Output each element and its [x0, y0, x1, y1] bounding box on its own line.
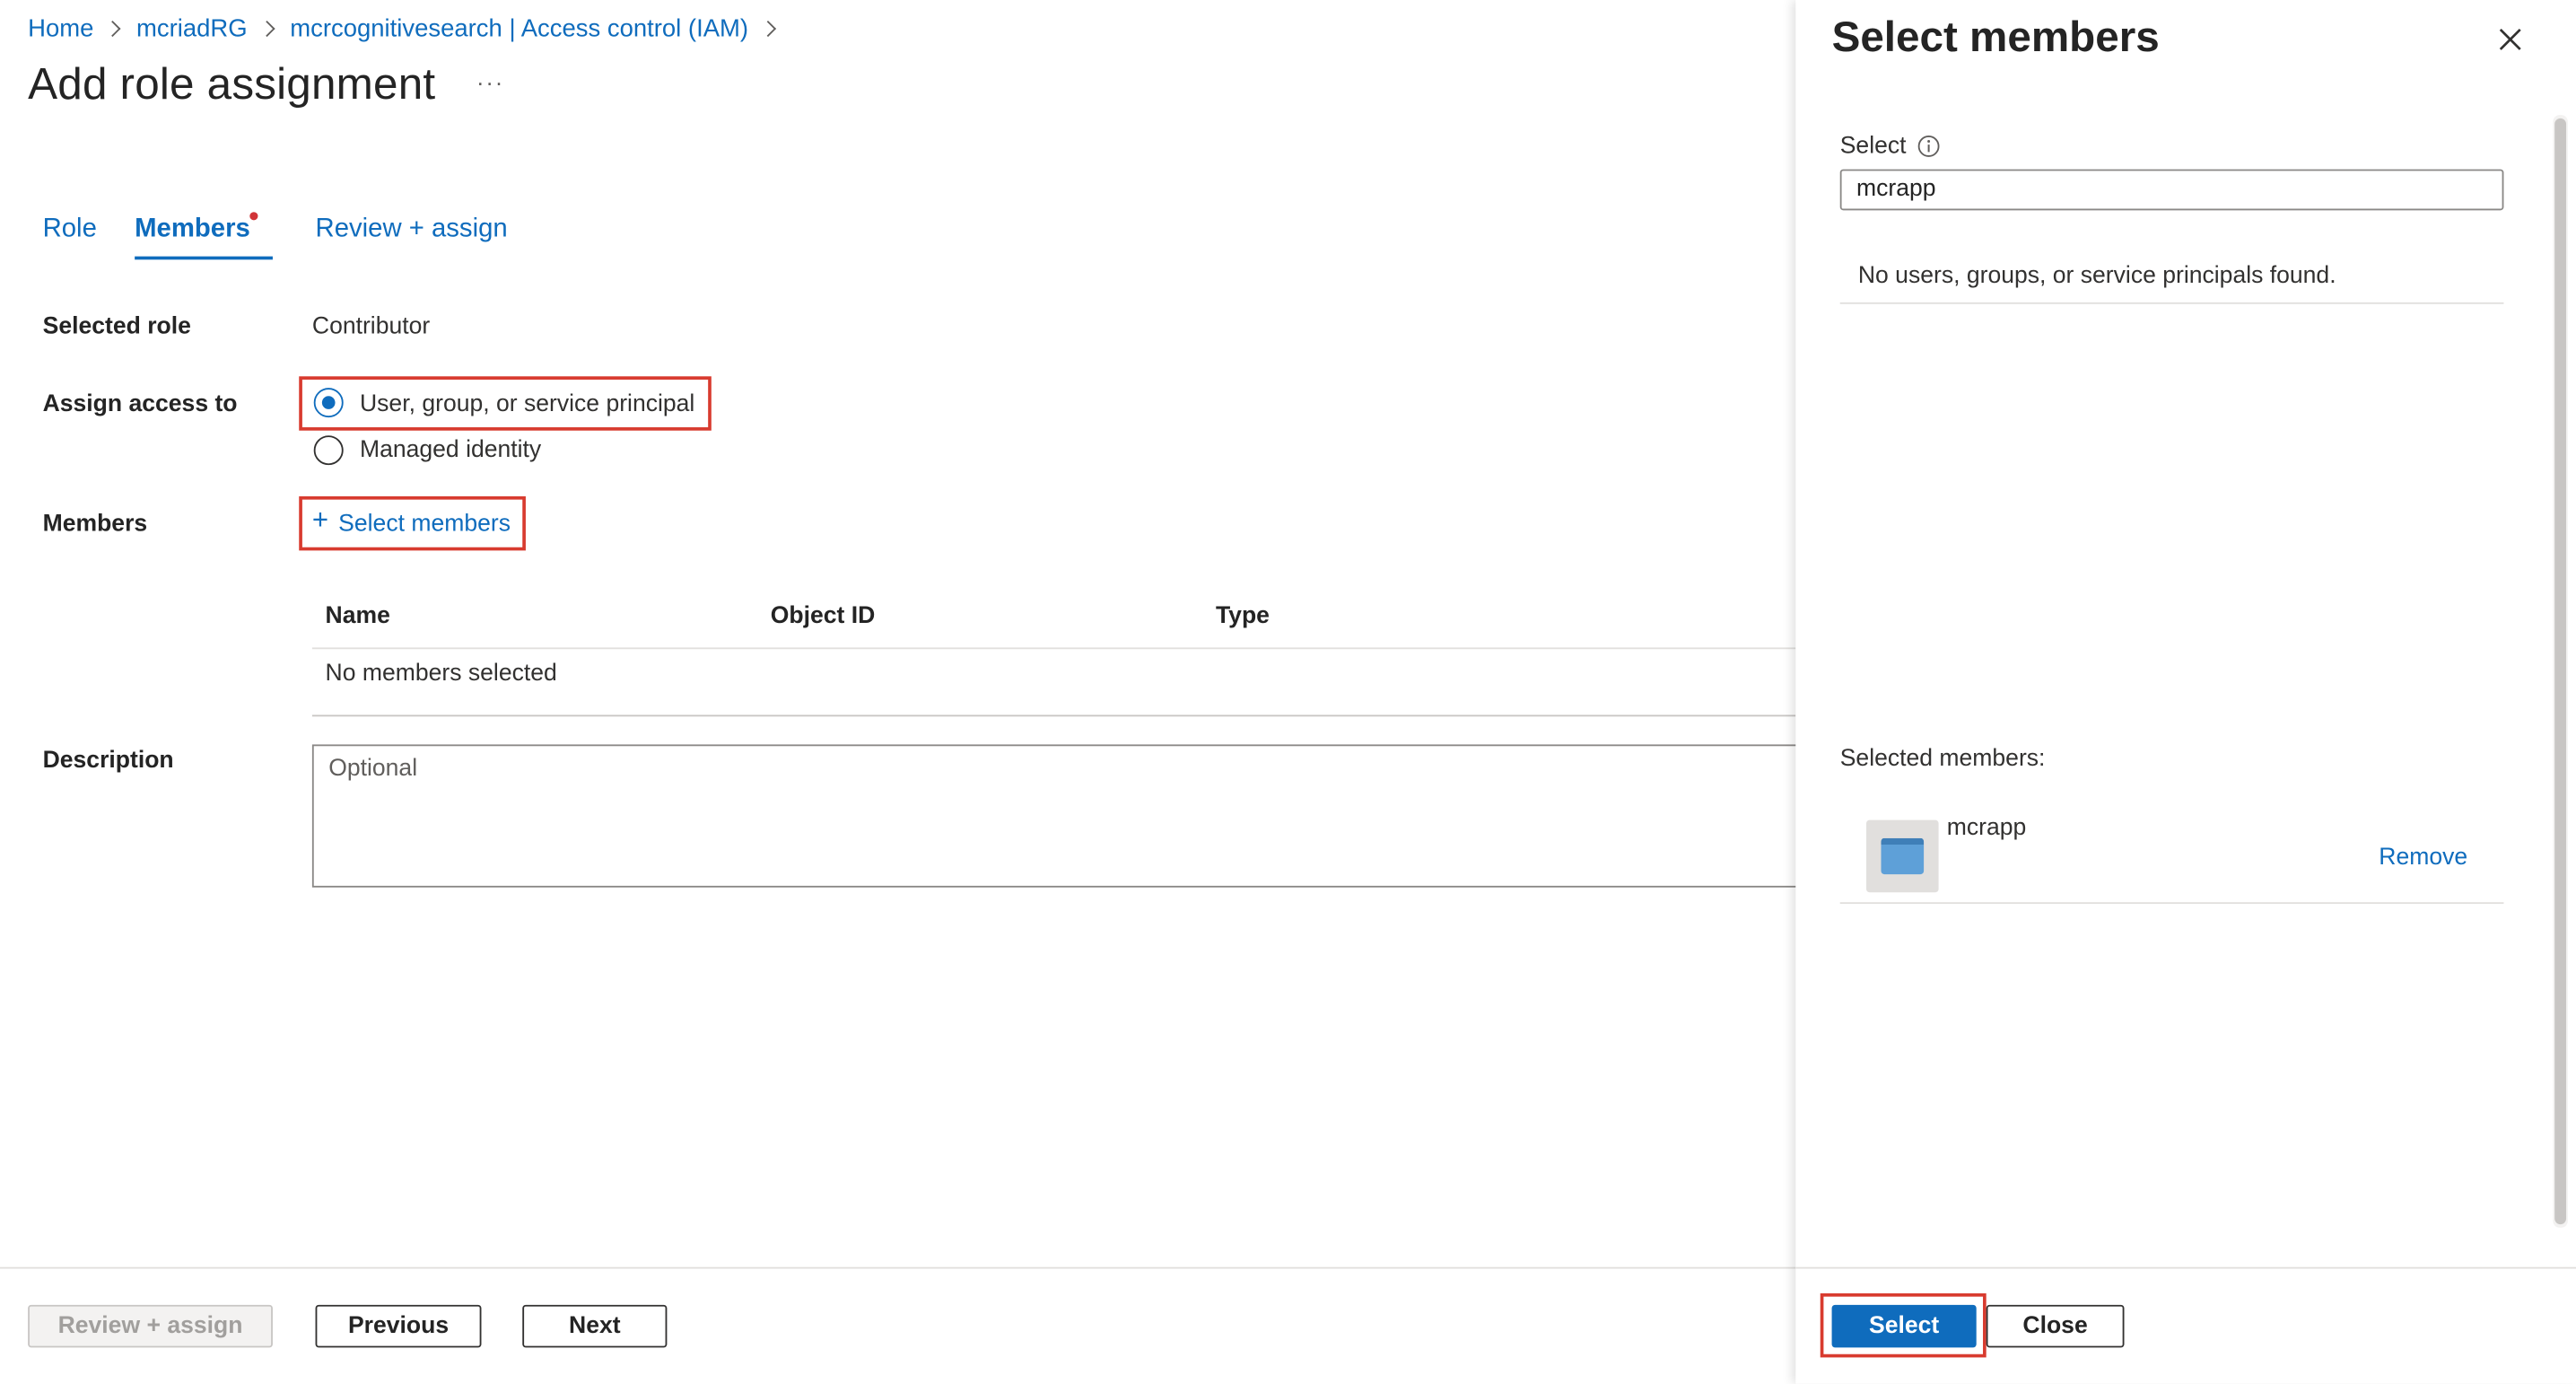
active-tab-indicator — [135, 256, 273, 260]
radio-managed-identity[interactable] — [313, 435, 344, 466]
panel-scrollbar[interactable] — [2553, 115, 2568, 1228]
selected-role-value: Contributor — [311, 313, 431, 341]
members-label: Members — [42, 511, 148, 538]
select-button[interactable]: Select — [1831, 1304, 1977, 1348]
column-header-name: Name — [325, 602, 390, 630]
app-icon-window — [1881, 837, 1925, 875]
page-title: Add role assignment — [28, 58, 436, 109]
close-button[interactable]: Close — [1986, 1304, 2125, 1348]
app-icon — [1866, 819, 1939, 893]
footer-divider — [0, 1266, 1796, 1269]
no-members-text: No members selected — [325, 661, 557, 688]
info-icon[interactable] — [1917, 135, 1941, 158]
tab-members[interactable]: Members — [135, 215, 250, 245]
select-members-link[interactable]: Select members — [338, 511, 511, 537]
column-header-object-id: Object ID — [770, 602, 876, 630]
remove-member-link[interactable]: Remove — [2379, 845, 2467, 871]
column-header-type: Type — [1215, 602, 1270, 630]
review-assign-button[interactable]: Review + assign — [28, 1304, 273, 1348]
description-label: Description — [42, 748, 174, 775]
selected-role-label: Selected role — [42, 313, 191, 341]
more-icon[interactable]: ··· — [476, 69, 504, 95]
assign-access-label: Assign access to — [42, 390, 238, 418]
chevron-right-icon — [258, 20, 275, 38]
select-label: Select — [1839, 133, 1907, 160]
breadcrumb-iam[interactable]: mcrcognitivesearch | Access control (IAM… — [290, 14, 748, 42]
radio-user-group-sp[interactable] — [313, 388, 344, 418]
member-search-input[interactable]: mcrapp — [1839, 169, 2504, 211]
radio-managed-identity-label[interactable]: Managed identity — [360, 437, 541, 463]
table-header-divider — [311, 647, 1796, 650]
selected-member-name: mcrapp — [1946, 815, 2027, 842]
radio-user-group-sp-label[interactable]: User, group, or service principal — [360, 391, 694, 417]
no-results-text: No users, groups, or service principals … — [1857, 262, 2336, 290]
panel-title: Select members — [1831, 11, 2160, 61]
breadcrumb-home[interactable]: Home — [28, 14, 93, 42]
chevron-right-icon — [104, 20, 121, 38]
selected-members-label: Selected members: — [1839, 746, 2046, 773]
table-bottom-divider — [311, 714, 1796, 717]
panel-footer-divider — [1795, 1266, 2576, 1269]
description-textarea[interactable]: Optional — [311, 744, 1808, 888]
select-members-panel: Select members Select mcrapp No users, g… — [1795, 0, 2576, 1384]
required-indicator — [249, 212, 258, 221]
tab-review-assign[interactable]: Review + assign — [316, 215, 508, 245]
chevron-right-icon — [759, 20, 776, 38]
tab-role[interactable]: Role — [43, 215, 97, 245]
next-button[interactable]: Next — [522, 1304, 668, 1348]
close-icon[interactable] — [2497, 26, 2523, 52]
results-divider — [1839, 302, 2504, 304]
previous-button[interactable]: Previous — [315, 1304, 482, 1348]
plus-icon: + — [311, 504, 329, 536]
breadcrumb-resource-group[interactable]: mcriadRG — [136, 14, 248, 42]
breadcrumb: Home mcriadRG mcrcognitivesearch | Acces… — [28, 14, 791, 43]
selected-members-divider — [1839, 902, 2504, 905]
